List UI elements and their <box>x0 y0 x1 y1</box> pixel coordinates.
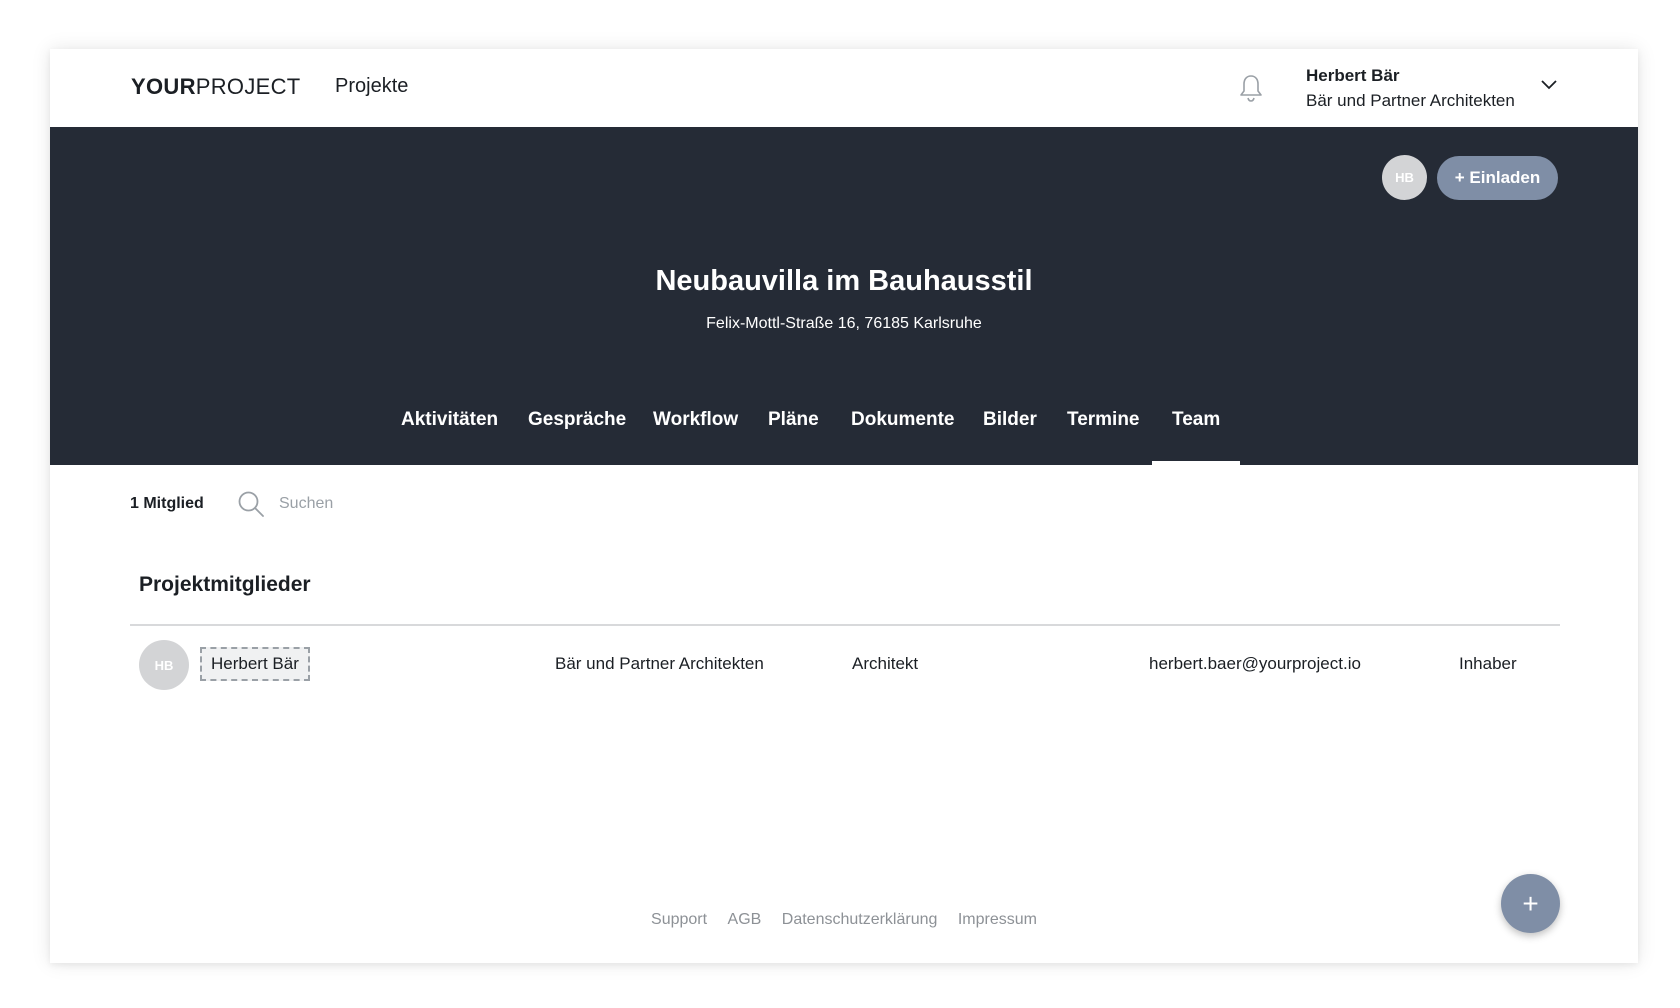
divider <box>130 624 1560 626</box>
logo-light: PROJECT <box>195 74 301 99</box>
footer-link-agb[interactable]: AGB <box>728 911 762 928</box>
footer-link-support[interactable]: Support <box>651 911 707 928</box>
member-permission: Inhaber <box>1459 654 1517 673</box>
table-row[interactable]: HB Herbert Bär Bär und Partner Architekt… <box>130 634 1560 696</box>
tab-dokumente[interactable]: Dokumente <box>851 409 954 465</box>
search-icon[interactable] <box>237 490 265 518</box>
avatar[interactable]: HB <box>1382 155 1427 200</box>
search-input[interactable] <box>279 489 539 519</box>
member-name[interactable]: Herbert Bär <box>200 647 310 681</box>
app-window: YOURPROJECT Projekte Herbert Bär Bär und… <box>50 49 1638 963</box>
footer-link-imprint[interactable]: Impressum <box>958 911 1037 928</box>
invite-button[interactable]: + Einladen <box>1437 156 1558 200</box>
user-menu[interactable]: Herbert Bär Bär und Partner Architekten <box>1306 65 1515 115</box>
tab-termine[interactable]: Termine <box>1067 409 1140 465</box>
member-role: Architekt <box>852 654 919 673</box>
tab-plaene[interactable]: Pläne <box>768 409 819 465</box>
member-email: herbert.baer@yourproject.io <box>1149 654 1361 673</box>
project-header: HB + Einladen Neubauvilla im Bauhausstil… <box>50 127 1638 465</box>
user-name: Herbert Bär <box>1306 66 1400 85</box>
tab-gespraeche[interactable]: Gespräche <box>528 409 626 465</box>
section-title: Projektmitglieder <box>139 573 311 596</box>
tab-workflow[interactable]: Workflow <box>653 409 738 465</box>
avatar: HB <box>139 640 189 690</box>
project-tabs: Aktivitäten Gespräche Workflow Pläne Dok… <box>50 399 1638 465</box>
chevron-down-icon[interactable] <box>1540 79 1558 91</box>
footer: Support AGB Datenschutzerklärung Impress… <box>50 911 1638 929</box>
logo-bold: YOUR <box>131 74 196 99</box>
member-count: 1 Mitglied <box>130 495 204 512</box>
project-address: Felix-Mottl-Straße 16, 76185 Karlsruhe <box>706 315 982 332</box>
logo[interactable]: YOURPROJECT <box>131 74 301 100</box>
tab-bilder[interactable]: Bilder <box>983 409 1037 465</box>
add-button[interactable]: + <box>1501 874 1560 933</box>
bell-icon[interactable] <box>1238 73 1264 103</box>
user-company: Bär und Partner Architekten <box>1306 91 1515 110</box>
nav-projects-link[interactable]: Projekte <box>335 75 408 98</box>
tab-aktivitaeten[interactable]: Aktivitäten <box>401 409 498 465</box>
tab-team[interactable]: Team <box>1151 409 1241 465</box>
member-company: Bär und Partner Architekten <box>555 654 764 673</box>
footer-link-privacy[interactable]: Datenschutzerklärung <box>782 911 938 928</box>
top-bar: YOURPROJECT Projekte Herbert Bär Bär und… <box>50 49 1638 127</box>
page-title: Neubauvilla im Bauhausstil <box>655 265 1033 297</box>
